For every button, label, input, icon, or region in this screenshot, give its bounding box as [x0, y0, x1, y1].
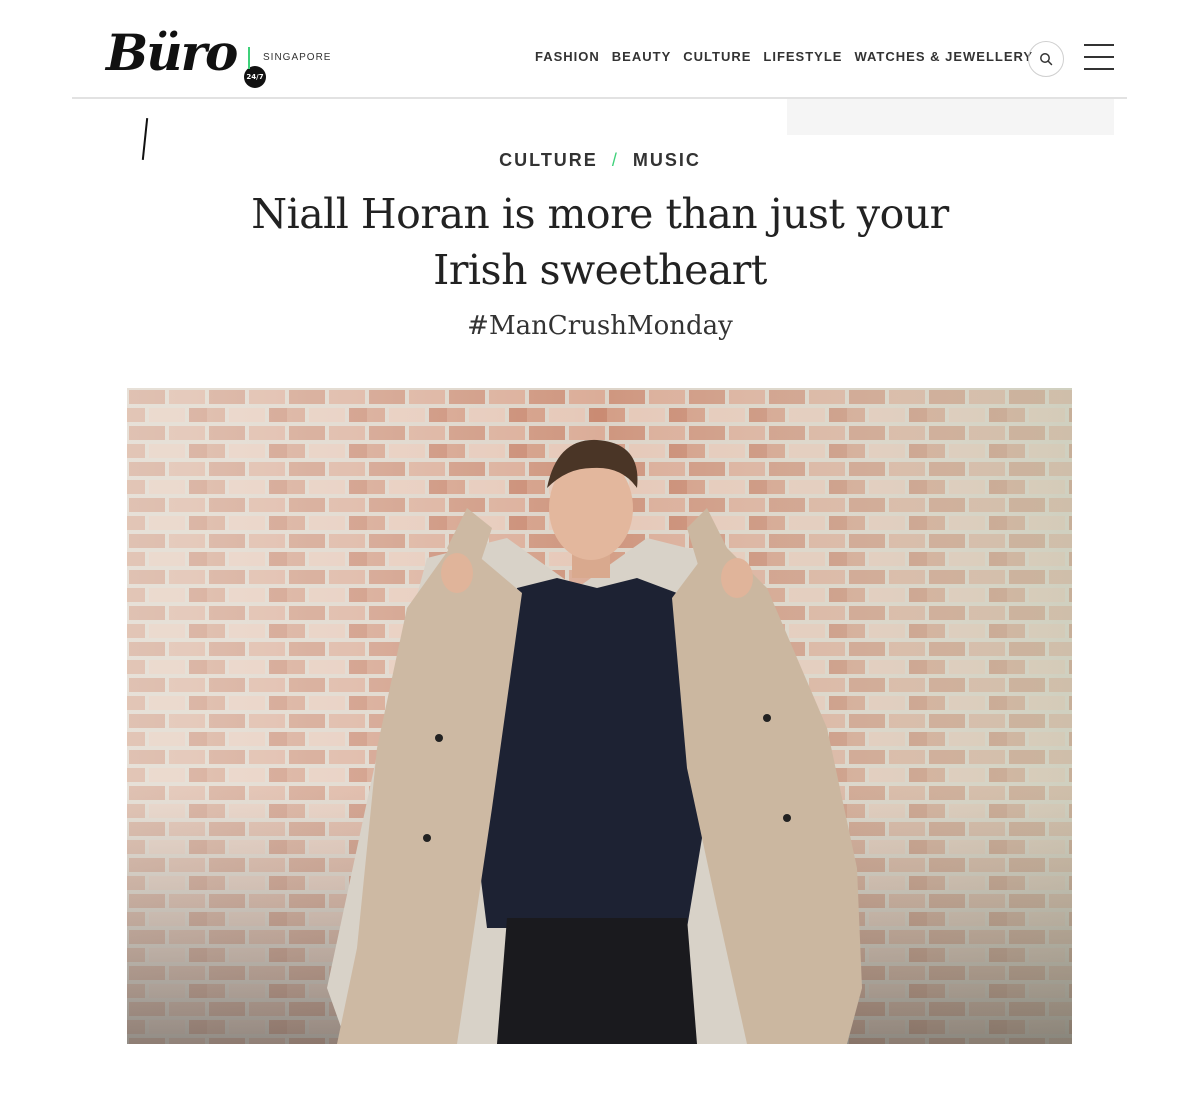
article-subtitle: #ManCrushMonday [467, 311, 733, 341]
search-button[interactable] [1028, 41, 1064, 77]
logo-badge: 24/7 [244, 66, 266, 88]
nav-lifestyle[interactable]: LIFESTYLE [763, 49, 842, 64]
nav-fashion[interactable]: FASHION [535, 49, 600, 64]
article-title: Niall Horan is more than just your Irish… [251, 190, 949, 294]
breadcrumb-culture[interactable]: CULTURE [499, 150, 598, 170]
hero-photo-illustration [127, 388, 1072, 1044]
ad-slot [787, 99, 1114, 135]
buro-logo[interactable]: Büro 24/7 [106, 23, 266, 160]
edition-label[interactable]: SINGAPORE [263, 52, 331, 63]
nav-beauty[interactable]: BEAUTY [612, 49, 671, 64]
breadcrumb-separator: / [611, 150, 619, 170]
edition-divider [248, 47, 250, 69]
hamburger-menu-button[interactable] [1084, 44, 1114, 70]
hamburger-menu-icon [1084, 44, 1114, 46]
logo-wordmark: Büro [106, 23, 238, 82]
main-nav: FASHION BEAUTY CULTURE LIFESTYLE WATCHES… [535, 49, 1033, 64]
breadcrumb: CULTURE / MUSIC [0, 150, 1200, 171]
search-icon [1040, 53, 1053, 66]
site-header: Büro 24/7 SINGAPORE FASHION BEAUTY CULTU… [72, 0, 1127, 160]
breadcrumb-music[interactable]: MUSIC [633, 150, 701, 170]
nav-watches-jewellery[interactable]: WATCHES & JEWELLERY [854, 49, 1033, 64]
nav-culture[interactable]: CULTURE [683, 49, 751, 64]
hero-image [127, 388, 1072, 1044]
